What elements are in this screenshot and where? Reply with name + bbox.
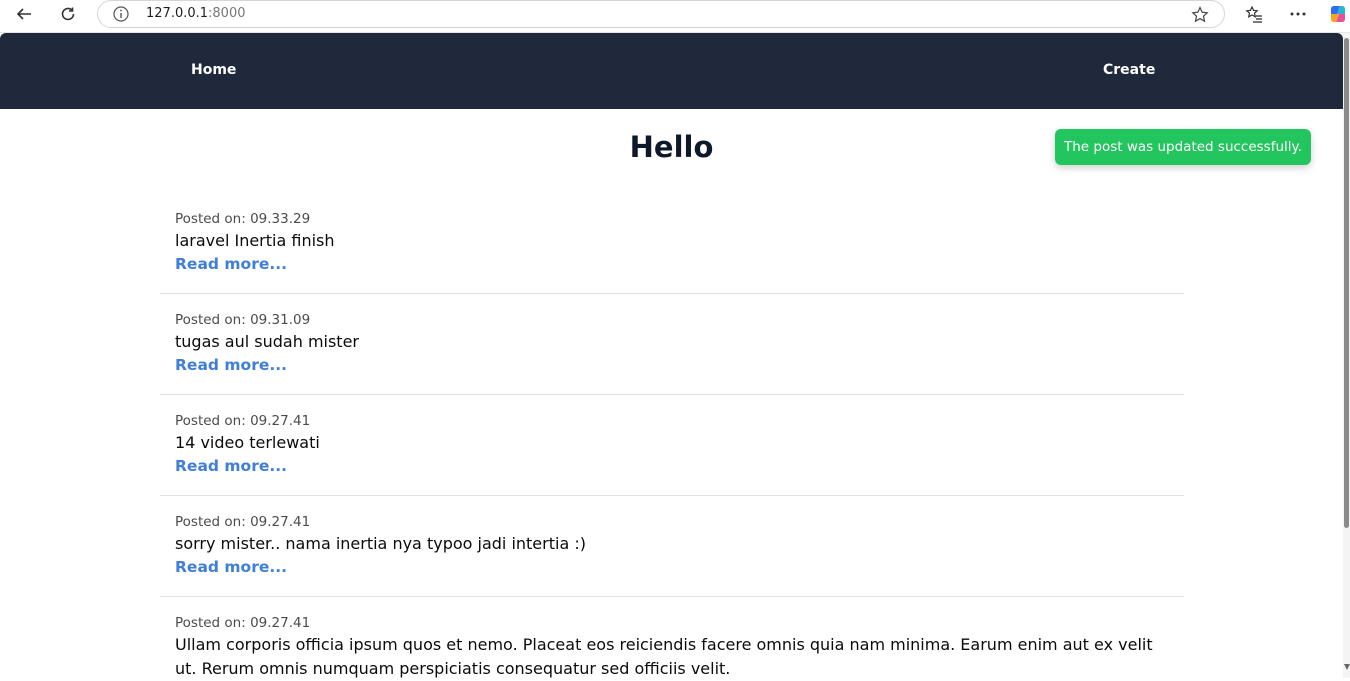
read-more-link[interactable]: Read more...	[175, 354, 287, 376]
post-list: Posted on: 09.33.29 laravel Inertia fini…	[160, 193, 1184, 681]
post-item: Posted on: 09.27.41 sorry mister.. nama …	[160, 496, 1184, 597]
browser-toolbar: 127.0.0.1:8000	[0, 0, 1350, 33]
post-item: Posted on: 09.31.09 tugas aul sudah mist…	[160, 294, 1184, 395]
more-menu-button[interactable]	[1286, 3, 1310, 25]
site-info-icon[interactable]	[112, 5, 130, 23]
post-title: Ullam corporis officia ipsum quos et nem…	[175, 635, 1153, 678]
post-title: sorry mister.. nama inertia nya typoo ja…	[175, 534, 586, 553]
read-more-link[interactable]: Read more...	[175, 253, 287, 275]
post-title: 14 video terlewati	[175, 433, 320, 452]
favorites-button[interactable]	[1242, 3, 1266, 25]
post-item: Posted on: 09.27.41 Ullam corporis offic…	[160, 597, 1184, 681]
post-date: Posted on: 09.27.41	[175, 514, 311, 530]
read-more-link[interactable]: Read more...	[175, 455, 287, 477]
copilot-button[interactable]	[1326, 3, 1350, 25]
app-navbar: Home Create	[0, 33, 1343, 109]
url-port: :8000	[208, 6, 246, 21]
favorites-list-icon	[1245, 5, 1262, 23]
reload-button[interactable]	[54, 2, 82, 26]
post-date: Posted on: 09.27.41	[175, 413, 311, 429]
reload-icon	[61, 7, 75, 21]
post-item: Posted on: 09.27.41 14 video terlewati R…	[160, 395, 1184, 496]
post-date: Posted on: 09.33.29	[175, 211, 311, 227]
back-arrow-icon	[16, 8, 31, 20]
more-dots-icon	[1290, 12, 1306, 16]
address-bar[interactable]: 127.0.0.1:8000	[97, 0, 1225, 28]
success-toast: The post was updated successfully.	[1055, 129, 1311, 165]
nav-home-link[interactable]: Home	[191, 62, 236, 78]
back-button[interactable]	[10, 2, 38, 26]
scroll-down-arrow-icon[interactable]	[1343, 664, 1350, 670]
post-date: Posted on: 09.31.09	[175, 312, 311, 328]
page-scrollbar[interactable]	[1343, 33, 1350, 678]
nav-create-link[interactable]: Create	[1103, 62, 1155, 78]
post-item: Posted on: 09.33.29 laravel Inertia fini…	[160, 193, 1184, 294]
read-more-link[interactable]: Read more...	[175, 556, 287, 578]
scrollbar-thumb[interactable]	[1344, 38, 1349, 528]
url-text: 127.0.0.1:8000	[146, 6, 246, 21]
post-date: Posted on: 09.27.41	[175, 615, 311, 631]
copilot-icon	[1331, 6, 1345, 22]
favorite-star-icon[interactable]	[1190, 5, 1210, 25]
url-host: 127.0.0.1	[146, 6, 209, 21]
post-title: laravel Inertia finish	[175, 231, 335, 250]
post-title: tugas aul sudah mister	[175, 332, 359, 351]
